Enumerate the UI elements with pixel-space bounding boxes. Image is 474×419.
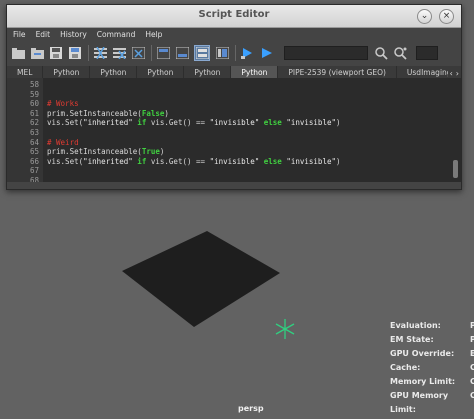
save-script-icon[interactable] [49, 46, 63, 60]
code-token: else [259, 156, 287, 166]
chevron-left-icon[interactable]: ‹ [450, 69, 453, 78]
hud-label: Cache: [390, 363, 421, 372]
hud-value: P [470, 335, 474, 344]
show-history-icon[interactable] [156, 46, 170, 60]
minimize-button[interactable]: ⌄ [417, 9, 432, 24]
line-number: 63 [29, 128, 39, 137]
line-number-gutter: 58 59 60 61 62 63 64 65 66 67 68 [7, 78, 43, 182]
code-token: "invisible" [209, 118, 260, 128]
code-token: "inherited" [83, 156, 133, 166]
execute-all-icon[interactable] [259, 46, 273, 60]
code-token: ) [336, 156, 341, 166]
code-token: "invisible" [286, 156, 336, 166]
code-line[interactable]: prim.SetInstanceable(False) [47, 109, 169, 118]
clear-all-icon[interactable] [131, 46, 145, 60]
code-token: vis.Set( [47, 118, 84, 128]
line-number: 64 [29, 137, 39, 147]
hud-row: GPU Override: E [390, 347, 474, 361]
hud-label: GPU Memory Limit: [390, 391, 449, 414]
code-token: ) [336, 118, 341, 128]
hud-row: Memory Limit: C [390, 375, 474, 389]
code-token: ) [159, 147, 165, 157]
code-token: else [259, 118, 287, 128]
hud-label: Evaluation: [390, 321, 441, 330]
search-icon[interactable] [374, 46, 388, 60]
line-number: 67 [29, 166, 39, 176]
menu-help[interactable]: Help [145, 28, 162, 42]
menu-command[interactable]: Command [97, 28, 136, 42]
toggle-line-numbers-icon[interactable] [215, 46, 229, 60]
show-both-icon[interactable] [194, 45, 210, 61]
code-token: prim.SetInstanceable( [47, 108, 142, 118]
script-editor-window[interactable]: Script Editor ⌄ × File Edit History Command… [6, 4, 462, 190]
hud-label: EM State: [390, 335, 434, 344]
hud-row: EM State: P [390, 333, 474, 347]
scrollbar-thumb[interactable] [453, 160, 458, 178]
close-button[interactable]: × [439, 9, 454, 24]
show-input-icon[interactable] [175, 46, 189, 60]
hud-row: Evaluation: P [390, 319, 474, 333]
window-title: Script Editor [198, 9, 270, 20]
hud-value: E [470, 349, 474, 358]
toolbar [7, 42, 461, 64]
code-token: "invisible" [286, 118, 336, 128]
code-token: "inherited" [83, 118, 133, 128]
search-input[interactable] [284, 46, 368, 60]
search-options-icon[interactable] [393, 46, 407, 60]
code-line[interactable]: # Weird [47, 138, 79, 147]
hud-value: P [470, 321, 474, 330]
code-token: "invisible" [209, 156, 260, 166]
code-token: if [132, 156, 151, 166]
hud-row: Cache: C [390, 361, 474, 375]
code-token: vis.Set( [47, 156, 84, 166]
code-line[interactable]: # Works [47, 99, 79, 108]
menu-file[interactable]: File [13, 28, 26, 42]
line-number: 61 [29, 108, 39, 118]
chevron-right-icon[interactable]: › [456, 69, 459, 78]
menu-history[interactable]: History [60, 28, 87, 42]
line-number: 59 [29, 89, 39, 99]
code-token: # Weird [47, 137, 79, 147]
source-script-icon[interactable] [30, 46, 44, 60]
hud-display: Evaluation: P EM State: P GPU Override: E Cach… [390, 319, 474, 414]
hud-value: C [470, 377, 474, 386]
code-token: False [141, 108, 165, 118]
plane-mesh[interactable] [122, 231, 280, 327]
code-token: if [132, 118, 151, 128]
execute-selected-icon[interactable] [240, 46, 254, 60]
menu-edit[interactable]: Edit [36, 28, 51, 42]
axis-manipulator-icon[interactable] [275, 319, 295, 339]
code-token: vis.Get() == [150, 118, 210, 128]
camera-label: persp [238, 404, 264, 413]
line-number: 66 [29, 156, 39, 166]
clear-input-icon[interactable] [112, 46, 126, 60]
code-token: prim.SetInstanceable( [47, 147, 142, 157]
code-line[interactable]: vis.Set("inherited" if vis.Get() == "inv… [47, 118, 341, 127]
code-token: # Works [47, 99, 79, 109]
clear-history-icon[interactable] [93, 46, 107, 60]
hud-label: Memory Limit: [390, 377, 456, 386]
hud-label: GPU Override: [390, 349, 455, 358]
code-line[interactable]: prim.SetInstanceable(True) [47, 147, 164, 156]
title-bar[interactable]: Script Editor ⌄ × [7, 5, 461, 28]
hud-row: GPU Memory Limit: C [390, 389, 474, 414]
code-line[interactable]: vis.Set("inherited" if vis.Get() == "inv… [47, 157, 341, 166]
save-to-shelf-icon[interactable] [68, 46, 82, 60]
vertical-scrollbar[interactable] [452, 78, 459, 182]
hud-value: C [470, 391, 474, 400]
code-token: vis.Get() == [150, 156, 210, 166]
code-token: ) [164, 108, 169, 118]
line-number: 58 [29, 80, 39, 89]
hud-value: C [470, 363, 474, 372]
line-number: 60 [29, 99, 39, 109]
line-number: 62 [29, 118, 39, 128]
open-script-icon[interactable] [11, 46, 25, 60]
code-token: True [141, 147, 160, 157]
line-number: 65 [29, 147, 39, 157]
code-editor[interactable]: 58 59 60 61 62 63 64 65 66 67 68 # Works prim.SetIn… [7, 78, 461, 182]
line-number-input[interactable] [416, 46, 438, 60]
menu-bar: File Edit History Command Help [7, 28, 461, 42]
